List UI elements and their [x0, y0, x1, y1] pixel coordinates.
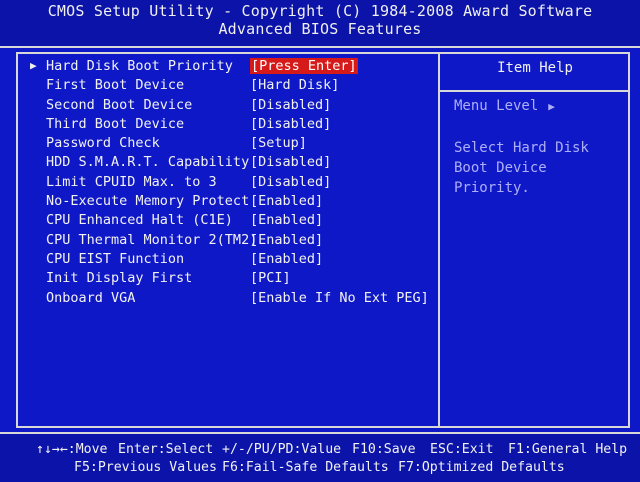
key-enter: Enter:Select	[118, 442, 214, 457]
setting-label: First Boot Device	[46, 77, 185, 94]
setting-value[interactable]: [Enabled]	[250, 232, 323, 248]
setting-label: Init Display First	[46, 270, 193, 287]
setting-hdd-smart[interactable]: HDD S.M.A.R.T. Capability [Disabled]	[30, 154, 440, 173]
utility-title: CMOS Setup Utility - Copyright (C) 1984-…	[47, 2, 593, 20]
key-optimized: F7:Optimized Defaults	[398, 460, 565, 475]
help-separator	[440, 90, 630, 92]
key-general-help: F1:General Help	[508, 442, 628, 457]
setting-password-check[interactable]: Password Check [Setup]	[30, 135, 440, 154]
menu-level-label: Menu Level	[454, 98, 539, 114]
setting-label: CPU Thermal Monitor 2(TM2)	[46, 231, 258, 248]
key-move: ↑↓→←:Move	[36, 442, 108, 457]
setting-no-execute[interactable]: No-Execute Memory Protect [Enabled]	[30, 193, 440, 212]
setting-init-display[interactable]: Init Display First [PCI]	[30, 270, 440, 289]
setting-tm2[interactable]: CPU Thermal Monitor 2(TM2) [Enabled]	[30, 232, 440, 251]
setting-label: Hard Disk Boot Priority	[46, 58, 233, 74]
setting-label: CPU EIST Function	[46, 250, 185, 267]
setting-onboard-vga[interactable]: Onboard VGA [Enable If No Ext PEG]	[30, 290, 440, 309]
setting-c1e[interactable]: CPU Enhanced Halt (C1E) [Enabled]	[30, 212, 440, 231]
setting-label: Onboard VGA	[46, 289, 136, 306]
setting-label: Limit CPUID Max. to 3	[46, 173, 217, 190]
setting-value[interactable]: [Hard Disk]	[250, 77, 339, 93]
setting-second-boot-device[interactable]: Second Boot Device [Disabled]	[30, 97, 440, 116]
setting-value[interactable]: [Setup]	[250, 135, 307, 151]
setting-value[interactable]: [Disabled]	[250, 154, 331, 170]
setting-label: No-Execute Memory Protect	[46, 193, 250, 210]
setting-first-boot-device[interactable]: First Boot Device [Hard Disk]	[30, 77, 440, 96]
setting-value[interactable]: [Press Enter]	[250, 58, 358, 74]
setting-limit-cpuid[interactable]: Limit CPUID Max. to 3 [Disabled]	[30, 174, 440, 193]
setting-value[interactable]: [Enabled]	[250, 251, 323, 267]
setting-eist[interactable]: CPU EIST Function [Enabled]	[30, 251, 440, 270]
setting-value[interactable]: [Disabled]	[250, 97, 331, 113]
setting-hard-disk-boot-priority[interactable]: ▶ Hard Disk Boot Priority [Press Enter]	[30, 58, 440, 77]
key-previous-values: F5:Previous Values	[74, 460, 217, 475]
key-save: F10:Save	[352, 442, 416, 457]
settings-list: ▶ Hard Disk Boot Priority [Press Enter] …	[30, 58, 440, 309]
right-triangle-icon: ▶	[30, 59, 37, 72]
setting-label: Second Boot Device	[46, 96, 193, 113]
setting-label: Password Check	[46, 135, 160, 152]
setting-label: CPU Enhanced Halt (C1E)	[46, 212, 233, 229]
bios-screen: CMOS Setup Utility - Copyright (C) 1984-…	[0, 0, 640, 482]
setting-value[interactable]: [PCI]	[250, 270, 291, 286]
item-help-title: Item Help	[497, 60, 573, 76]
key-exit: ESC:Exit	[430, 442, 494, 457]
setting-label: Third Boot Device	[46, 115, 185, 132]
setting-label: HDD S.M.A.R.T. Capability	[46, 154, 250, 171]
setting-value[interactable]: [Disabled]	[250, 116, 331, 132]
setting-value[interactable]: [Enable If No Ext PEG]	[250, 290, 429, 306]
header: CMOS Setup Utility - Copyright (C) 1984-…	[0, 0, 640, 48]
menu-level: Menu Level ▶	[454, 98, 555, 114]
setting-value[interactable]: [Disabled]	[250, 174, 331, 190]
key-value: +/-/PU/PD:Value	[222, 442, 342, 457]
help-text: Select Hard Disk Boot Device Priority.	[454, 140, 589, 196]
key-fail-safe: F6:Fail-Safe Defaults	[222, 460, 389, 475]
setting-value[interactable]: [Enabled]	[250, 193, 323, 209]
right-triangle-icon: ▶	[548, 100, 555, 113]
page-title: Advanced BIOS Features	[218, 20, 422, 38]
setting-value[interactable]: [Enabled]	[250, 212, 323, 228]
setting-third-boot-device[interactable]: Third Boot Device [Disabled]	[30, 116, 440, 135]
footer-keys: ↑↓→←:Move Enter:Select +/-/PU/PD:Value F…	[0, 432, 640, 482]
